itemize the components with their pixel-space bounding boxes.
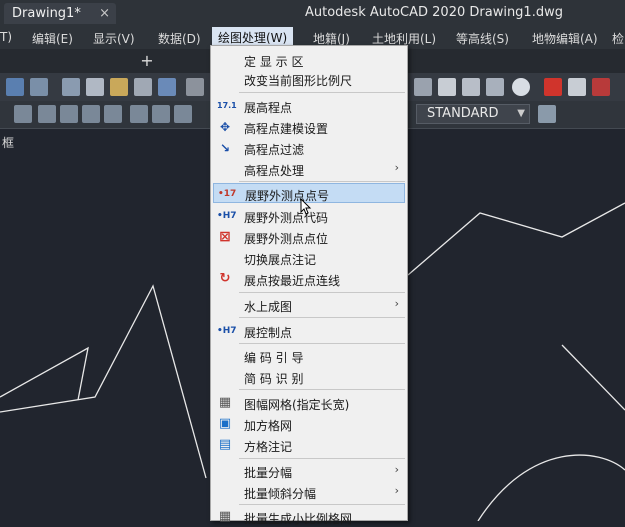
menu-item-elevation-filter[interactable]: ↘ 高程点过滤: [213, 138, 405, 158]
menu-separator: [239, 343, 405, 344]
chevron-right-icon: ›: [394, 297, 399, 310]
menu-item-set-display-area[interactable]: 定 显 示 区: [213, 50, 405, 70]
menu-separator: [239, 504, 405, 505]
filter-icon: ↘: [219, 141, 231, 155]
menu-item-connect-nearest-points[interactable]: ↻ 展点按最近点连线: [213, 269, 405, 289]
menu-separator: [239, 292, 405, 293]
chevron-right-icon: ›: [394, 484, 399, 497]
menu-item-show-control-points[interactable]: •H7 展控制点: [213, 321, 405, 341]
control-point-icon: •H7: [217, 326, 237, 336]
polyline-right: [407, 202, 625, 276]
chevron-right-icon: ›: [394, 463, 399, 476]
grid-icon: ▦: [218, 509, 232, 524]
connect-points-icon: ↻: [219, 271, 231, 286]
point-number-icon: •17: [218, 189, 237, 199]
menu-separator: [239, 317, 405, 318]
arc-bottom-right: [477, 454, 625, 521]
grid-annotation-icon: ▤: [218, 437, 232, 452]
menu-separator: [239, 181, 405, 182]
menu-item-elevation-processing[interactable]: 高程点处理 ›: [213, 159, 405, 179]
menu-item-batch-small-scale-grid[interactable]: ▦ 批量生成小比例格网: [213, 507, 405, 527]
polyline-left-small: [0, 346, 89, 401]
menu-item-grid-annotation[interactable]: ▤ 方格注记: [213, 435, 405, 455]
menu-item-change-scale[interactable]: 改变当前图形比例尺: [213, 69, 405, 89]
menu-item-add-grid[interactable]: ▣ 加方格网: [213, 414, 405, 434]
point-position-icon: ⊠: [219, 229, 231, 245]
menu-item-map-sheet-grid[interactable]: ▦ 图幅网格(指定长宽): [213, 393, 405, 413]
draw-processing-dropdown: 定 显 示 区 改变当前图形比例尺 17.1 展高程点 ✥ 高程点建模设置 ↘ 高程点…: [210, 45, 408, 526]
mouse-cursor-icon: [300, 198, 312, 215]
polyline-left: [0, 284, 207, 479]
add-grid-icon: ▣: [218, 416, 232, 431]
point-code-icon: •H7: [217, 211, 237, 221]
canvas-label: 框: [2, 136, 15, 150]
menu-item-hydrographic-mapping[interactable]: 水上成图 ›: [213, 295, 405, 315]
menu-separator: [239, 389, 405, 390]
menu-item-elevation-model-settings[interactable]: ✥ 高程点建模设置: [213, 117, 405, 137]
menu-item-batch-sheet-split[interactable]: 批量分幅 ›: [213, 461, 405, 481]
menu-item-show-field-point-positions[interactable]: ⊠ 展野外测点点位: [213, 227, 405, 247]
chevron-right-icon: ›: [394, 161, 399, 174]
menu-separator: [239, 92, 405, 93]
menu-separator: [239, 458, 405, 459]
grid-icon: ▦: [218, 395, 232, 410]
elevation-point-icon: 17.1: [217, 101, 237, 110]
menu-item-show-elevation-points[interactable]: 17.1 展高程点: [213, 96, 405, 116]
menu-item-simple-code-recognition[interactable]: 简 码 识 别: [213, 367, 405, 387]
menu-item-batch-oblique-split[interactable]: 批量倾斜分幅 ›: [213, 482, 405, 502]
menu-item-code-guide[interactable]: 编 码 引 导: [213, 346, 405, 366]
line-right: [561, 344, 625, 411]
model-settings-icon: ✥: [219, 120, 231, 134]
menu-item-toggle-point-annotation[interactable]: 切换展点注记: [213, 248, 405, 268]
